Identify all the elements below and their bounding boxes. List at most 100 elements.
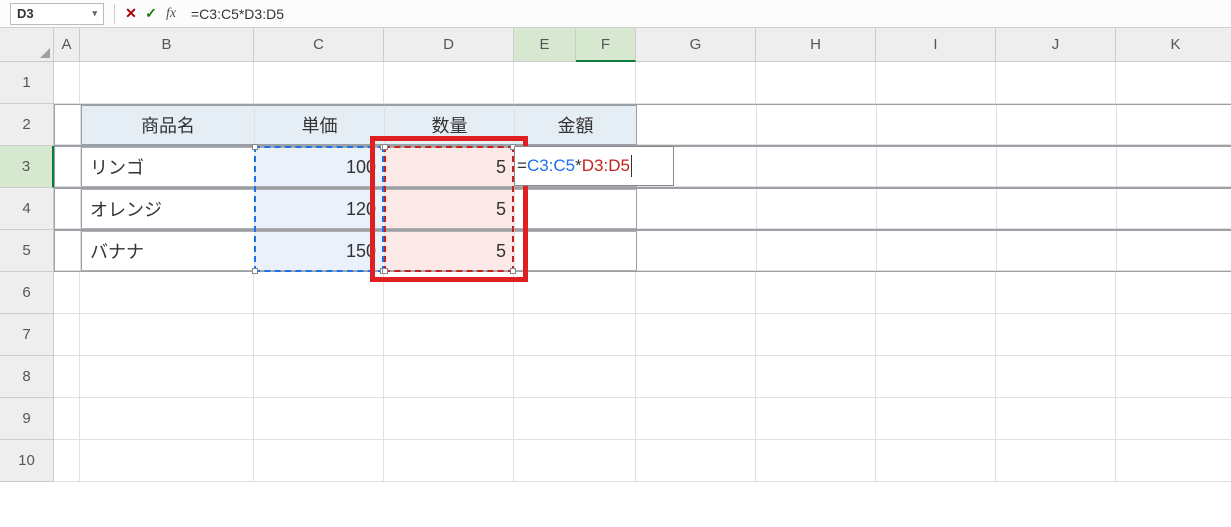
cell-C7[interactable] <box>254 314 384 356</box>
col-header-K[interactable]: K <box>1116 28 1231 62</box>
col-header-E[interactable]: E <box>514 28 576 62</box>
cell-K4[interactable] <box>1117 189 1231 229</box>
cell-J9[interactable] <box>996 398 1116 440</box>
cell-E7[interactable] <box>514 314 636 356</box>
cell-K3[interactable] <box>1117 147 1231 187</box>
cell-J1[interactable] <box>996 62 1116 104</box>
cell-H4[interactable] <box>757 189 877 229</box>
col-header-H[interactable]: H <box>756 28 876 62</box>
cell-E8[interactable] <box>514 356 636 398</box>
cell-H9[interactable] <box>756 398 876 440</box>
cell-D2[interactable]: 数量 <box>385 105 515 145</box>
cell-J5[interactable] <box>997 231 1117 271</box>
cancel-icon[interactable]: ✕ <box>121 5 141 22</box>
cell-A8[interactable] <box>54 356 80 398</box>
cell-D8[interactable] <box>384 356 514 398</box>
cell-E1[interactable] <box>514 62 636 104</box>
cell-I2[interactable] <box>877 105 997 145</box>
cell-D5[interactable]: 5 <box>385 231 515 271</box>
cell-H2[interactable] <box>757 105 877 145</box>
col-header-F[interactable]: F <box>576 28 636 62</box>
col-header-A[interactable]: A <box>54 28 80 62</box>
cell-K9[interactable] <box>1116 398 1231 440</box>
cell-A4[interactable] <box>55 189 81 229</box>
cell-G10[interactable] <box>636 440 756 482</box>
cell-H8[interactable] <box>756 356 876 398</box>
cell-J3[interactable] <box>997 147 1117 187</box>
name-box[interactable]: D3 ▾ <box>10 3 104 25</box>
cell-A7[interactable] <box>54 314 80 356</box>
cell-K5[interactable] <box>1117 231 1231 271</box>
col-header-D[interactable]: D <box>384 28 514 62</box>
cell-G2[interactable] <box>637 105 757 145</box>
cell-E2[interactable]: 金額 <box>515 105 637 145</box>
cell-K7[interactable] <box>1116 314 1231 356</box>
cell-K2[interactable] <box>1117 105 1231 145</box>
cell-D9[interactable] <box>384 398 514 440</box>
cell-G9[interactable] <box>636 398 756 440</box>
cell-C1[interactable] <box>254 62 384 104</box>
cell-J2[interactable] <box>997 105 1117 145</box>
col-header-G[interactable]: G <box>636 28 756 62</box>
cell-J4[interactable] <box>997 189 1117 229</box>
col-header-J[interactable]: J <box>996 28 1116 62</box>
row-header-3[interactable]: 3 <box>0 146 54 188</box>
cell-C10[interactable] <box>254 440 384 482</box>
cell-I8[interactable] <box>876 356 996 398</box>
cell-A2[interactable] <box>55 105 81 145</box>
cell-J8[interactable] <box>996 356 1116 398</box>
cell-H10[interactable] <box>756 440 876 482</box>
cell-B10[interactable] <box>80 440 254 482</box>
cell-B8[interactable] <box>80 356 254 398</box>
cell-G6[interactable] <box>636 272 756 314</box>
cell-B5[interactable]: バナナ <box>81 231 255 271</box>
cell-G5[interactable] <box>637 231 757 271</box>
cell-I4[interactable] <box>877 189 997 229</box>
cell-D10[interactable] <box>384 440 514 482</box>
cell-B4[interactable]: オレンジ <box>81 189 255 229</box>
cell-formula-editor[interactable]: = C3:C5 * D3:D5 <box>514 146 674 186</box>
cell-G7[interactable] <box>636 314 756 356</box>
fx-icon[interactable]: fx <box>161 6 181 22</box>
row-header-6[interactable]: 6 <box>0 272 54 314</box>
cell-G1[interactable] <box>636 62 756 104</box>
cell-C2[interactable]: 単価 <box>255 105 385 145</box>
row-header-5[interactable]: 5 <box>0 230 54 272</box>
cell-B3[interactable]: リンゴ <box>81 147 255 187</box>
cell-E5[interactable] <box>515 231 637 271</box>
row-header-10[interactable]: 10 <box>0 440 54 482</box>
cell-B6[interactable] <box>80 272 254 314</box>
cell-C9[interactable] <box>254 398 384 440</box>
row-header-8[interactable]: 8 <box>0 356 54 398</box>
cell-A3[interactable] <box>55 147 81 187</box>
cell-K6[interactable] <box>1116 272 1231 314</box>
cell-B2[interactable]: 商品名 <box>81 105 255 145</box>
cell-I10[interactable] <box>876 440 996 482</box>
row-header-9[interactable]: 9 <box>0 398 54 440</box>
cell-D1[interactable] <box>384 62 514 104</box>
cell-I5[interactable] <box>877 231 997 271</box>
cell-C6[interactable] <box>254 272 384 314</box>
select-all-corner[interactable] <box>0 28 54 62</box>
cell-G4[interactable] <box>637 189 757 229</box>
cell-I9[interactable] <box>876 398 996 440</box>
row-header-7[interactable]: 7 <box>0 314 54 356</box>
cell-E9[interactable] <box>514 398 636 440</box>
cell-D7[interactable] <box>384 314 514 356</box>
cell-A5[interactable] <box>55 231 81 271</box>
cell-E10[interactable] <box>514 440 636 482</box>
enter-icon[interactable]: ✓ <box>141 5 161 22</box>
cell-D4[interactable]: 5 <box>385 189 515 229</box>
col-header-I[interactable]: I <box>876 28 996 62</box>
cell-A9[interactable] <box>54 398 80 440</box>
cell-H7[interactable] <box>756 314 876 356</box>
cell-I7[interactable] <box>876 314 996 356</box>
cell-G8[interactable] <box>636 356 756 398</box>
cell-K1[interactable] <box>1116 62 1231 104</box>
cell-A10[interactable] <box>54 440 80 482</box>
cell-E6[interactable] <box>514 272 636 314</box>
cell-K10[interactable] <box>1116 440 1231 482</box>
cell-H5[interactable] <box>757 231 877 271</box>
cell-A6[interactable] <box>54 272 80 314</box>
cell-B9[interactable] <box>80 398 254 440</box>
